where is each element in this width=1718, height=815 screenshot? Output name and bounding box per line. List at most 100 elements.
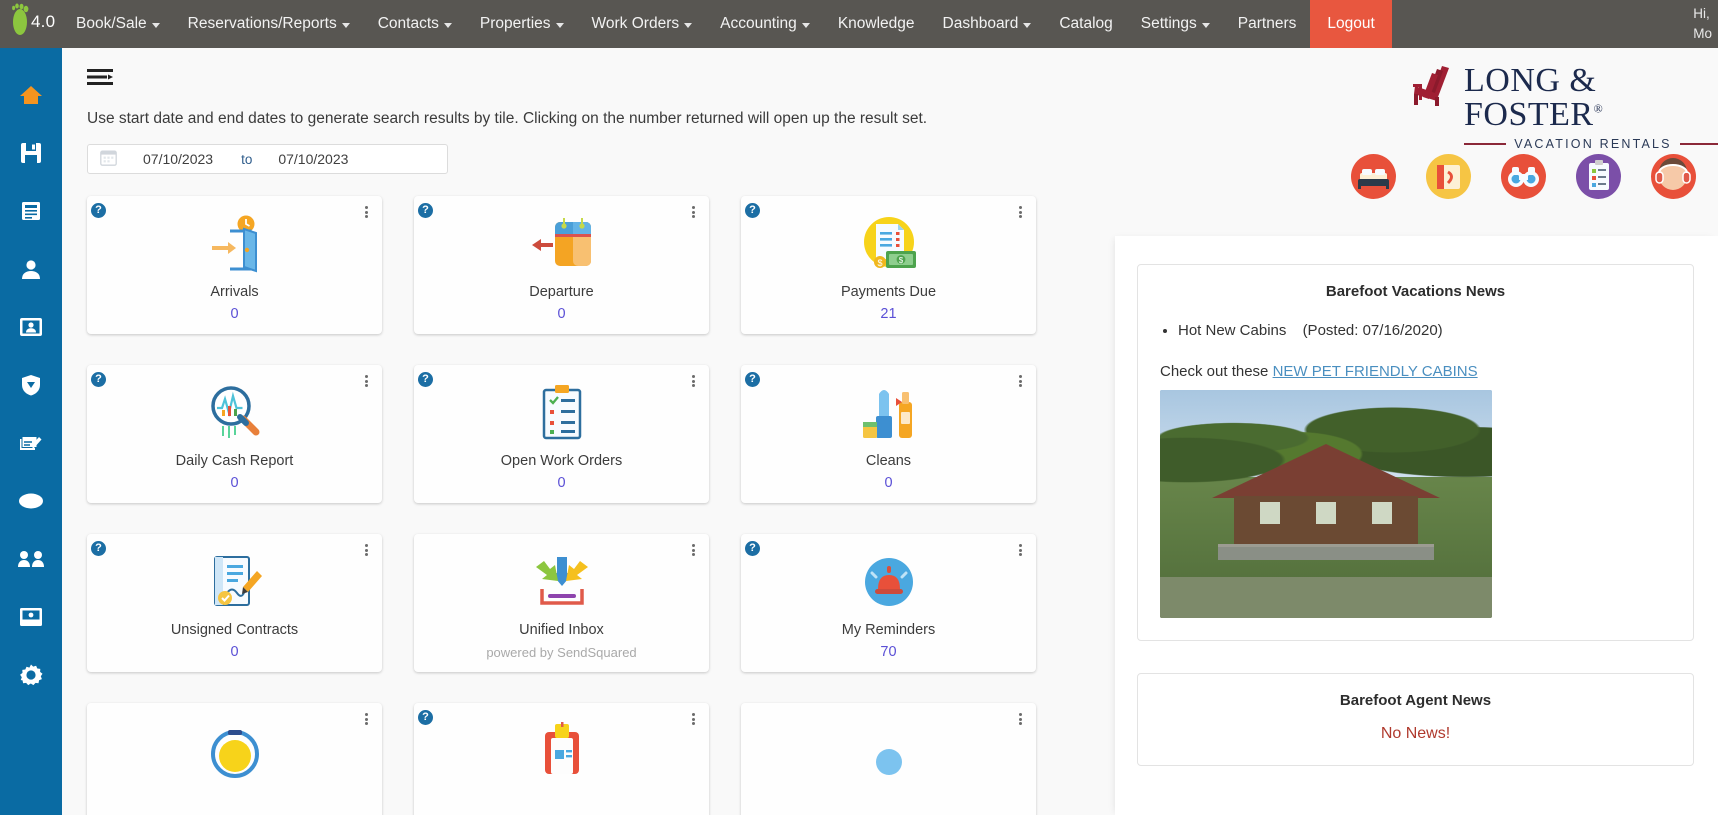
tile-open-work-orders[interactable]: ? Open Work Orders 0 [414,365,709,503]
tile-arrivals[interactable]: ? Arrivals 0 [87,196,382,334]
nav-item-accounting[interactable]: Accounting [706,0,824,48]
tile-menu-icon[interactable] [359,204,373,220]
start-date-value[interactable]: 07/10/2023 [143,151,213,167]
end-date-value[interactable]: 07/10/2023 [278,151,348,167]
nav-label: Work Orders [591,15,680,32]
tile-menu-icon[interactable] [359,542,373,558]
sidebar-item-users[interactable] [0,530,62,588]
tile-partial-announcement[interactable]: ? [414,703,709,815]
vacations-news-title: Barefoot Vacations News [1325,283,1506,300]
tile-menu-icon[interactable] [359,373,373,389]
sidebar-item-settings[interactable] [0,646,62,704]
nav-label: Partners [1237,15,1297,32]
binoculars-icon[interactable] [1501,154,1546,199]
cabin-deck [1218,544,1434,560]
nav-item-reservations-reports[interactable]: Reservations/Reports [174,0,364,48]
tile-partial-gauge[interactable] [87,703,382,815]
agent-news-body: No News! [1380,725,1451,742]
user-greeting[interactable]: Hi, Mo [1693,4,1712,44]
chevron-down-icon [801,23,810,28]
sidebar-item-ellipse[interactable] [0,472,62,530]
tile-count[interactable]: 0 [230,475,238,491]
brand-version: 4.0 [31,12,56,31]
sidebar-item-documents[interactable] [0,182,62,240]
date-range-picker[interactable]: 07/10/2023 to 07/10/2023 [87,144,448,174]
clipboard-icon[interactable] [1576,154,1621,199]
tile-menu-icon[interactable] [686,373,700,389]
nav-item-partners[interactable]: Partners [1224,0,1311,48]
sidebar-item-save[interactable] [0,124,62,182]
tile-unified-inbox[interactable]: Unified Inbox powered by SendSquared [414,534,709,672]
support-headset-icon[interactable] [1651,154,1696,199]
nav-label: Settings [1140,15,1197,32]
nav-item-book-sale[interactable]: Book/Sale [62,0,174,48]
help-icon[interactable]: ? [91,541,106,556]
tile-cleans[interactable]: ? Cleans 0 [741,365,1036,503]
brand-logo[interactable]: 4.0 [0,0,62,48]
nav-item-catalog[interactable]: Catalog [1045,0,1126,48]
tile-menu-icon[interactable] [1013,542,1027,558]
pet-friendly-cabins-link[interactable]: NEW PET FRIENDLY CABINS [1273,363,1478,380]
tile-menu-icon[interactable] [1013,711,1027,727]
news-item-posted: (Posted: 07/16/2020) [1302,322,1443,339]
sidebar-item-images[interactable] [0,588,62,646]
logo-rule-left [1464,143,1507,145]
list-item[interactable]: Hot New Cabins (Posted: 07/16/2020) [1178,322,1671,339]
help-icon[interactable]: ? [91,203,106,218]
sidebar-item-contacts[interactable] [0,240,62,298]
help-icon[interactable]: ? [418,203,433,218]
svg-text:$: $ [898,256,903,265]
photo-ground [1160,576,1492,618]
bed-icon[interactable] [1351,154,1396,199]
tile-payments-due[interactable]: ? $ $ Payments Due 21 [741,196,1036,334]
tile-count[interactable]: 0 [557,306,565,322]
tile-menu-icon[interactable] [1013,204,1027,220]
sidebar-item-id-card[interactable] [0,298,62,356]
help-icon[interactable]: ? [418,372,433,387]
tile-count[interactable]: 0 [230,644,238,660]
news-body: Check out these NEW PET FRIENDLY CABINS [1160,363,1671,380]
home-icon [19,84,43,106]
tile-count[interactable]: 70 [880,644,896,660]
tile-daily-cash-report[interactable]: ? Daily Cash Report 0 [87,365,382,503]
tile-menu-icon[interactable] [359,711,373,727]
logout-button[interactable]: Logout [1310,0,1392,48]
chevron-down-icon [684,23,693,28]
help-icon[interactable]: ? [745,372,760,387]
image-icon [19,607,43,627]
tile-departure[interactable]: ? Departure 0 [414,196,709,334]
tile-menu-icon[interactable] [686,204,700,220]
tile-unsigned-contracts[interactable]: ? Unsigned Contracts 0 [87,534,382,672]
save-floppy-icon [20,142,42,164]
nav-label: Reservations/Reports [187,15,337,32]
tile-partial-third[interactable] [741,703,1036,815]
tile-count[interactable]: 0 [884,475,892,491]
sidebar-item-home[interactable] [0,66,62,124]
tile-count[interactable]: 21 [880,306,896,322]
nav-item-contacts[interactable]: Contacts [364,0,466,48]
tile-label: Daily Cash Report [175,453,294,469]
help-icon[interactable]: ? [745,541,760,556]
sidebar-item-security[interactable] [0,356,62,414]
nav-item-properties[interactable]: Properties [466,0,578,48]
tile-menu-icon[interactable] [686,542,700,558]
tile-count[interactable]: 0 [557,475,565,491]
sidebar-item-signature[interactable] [0,414,62,472]
help-icon[interactable]: ? [418,710,433,725]
left-sidebar [0,48,62,815]
help-icon[interactable]: ? [745,203,760,218]
nav-item-knowledge[interactable]: Knowledge [824,0,929,48]
announcement-icon [531,721,593,781]
nav-item-dashboard[interactable]: Dashboard [929,0,1046,48]
hamburger-icon[interactable] [87,68,113,91]
help-icon[interactable]: ? [91,372,106,387]
tile-my-reminders[interactable]: ? My Reminders 70 [741,534,1036,672]
tile-menu-icon[interactable] [686,711,700,727]
top-navigation-bar: 4.0 Book/Sale Reservations/Reports Conta… [0,0,1718,48]
nav-item-work-orders[interactable]: Work Orders [578,0,707,48]
tile-count[interactable]: 0 [230,306,238,322]
cabin-roof [1212,444,1440,498]
book-icon[interactable] [1426,154,1471,199]
tile-menu-icon[interactable] [1013,373,1027,389]
nav-item-settings[interactable]: Settings [1127,0,1224,48]
